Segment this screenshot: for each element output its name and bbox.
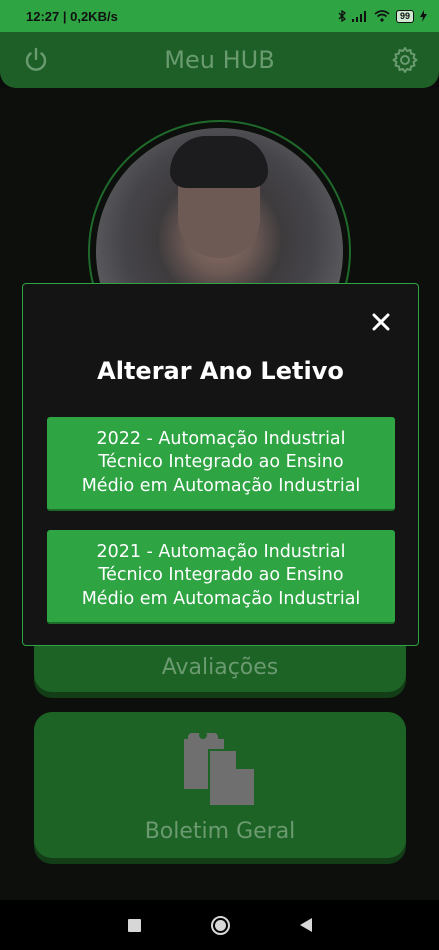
option-line: 2022 - Automação Industrial (96, 428, 346, 449)
modal-title: Alterar Ano Letivo (97, 357, 344, 385)
status-icons: 99 (338, 9, 427, 23)
app-bar: Meu HUB (0, 32, 439, 88)
navigation-bar (0, 900, 439, 950)
home-button[interactable] (210, 915, 230, 935)
option-line: Técnico Integrado ao Ensino (98, 565, 344, 586)
settings-button[interactable] (391, 46, 419, 80)
recents-button[interactable] (127, 918, 141, 932)
option-2021[interactable]: 2021 - Automação Industrial Técnico Inte… (47, 530, 395, 624)
wifi-icon (374, 10, 390, 22)
close-icon (372, 313, 390, 331)
clipboard-copy-icon (184, 731, 254, 805)
avaliacoes-label: Avaliações (161, 655, 279, 680)
close-button[interactable] (371, 312, 391, 332)
avatar-hair (170, 136, 268, 188)
boletim-label: Boletim Geral (144, 819, 296, 844)
option-line: Médio em Automação Industrial (81, 588, 361, 609)
gear-icon (392, 47, 418, 73)
option-line: Médio em Automação Industrial (81, 475, 361, 496)
app-title: Meu HUB (164, 46, 275, 74)
bluetooth-icon (338, 10, 346, 22)
status-bar: 12:27 | 0,2KB/s 99 (0, 0, 439, 32)
boletim-geral-card[interactable]: Boletim Geral (34, 712, 406, 858)
option-2022[interactable]: 2022 - Automação Industrial Técnico Inte… (47, 417, 395, 511)
alterar-ano-letivo-modal: Alterar Ano Letivo 2022 - Automação Indu… (22, 283, 419, 646)
battery-indicator: 99 (395, 9, 414, 23)
charging-icon (420, 10, 427, 22)
power-icon (25, 47, 47, 71)
back-button[interactable] (299, 918, 312, 932)
power-button[interactable] (22, 46, 50, 80)
signal-icon (351, 10, 366, 22)
option-line: Técnico Integrado ao Ensino (98, 452, 344, 473)
status-time: 12:27 | 0,2KB/s (26, 8, 118, 24)
option-line: 2021 - Automação Industrial (96, 541, 346, 562)
